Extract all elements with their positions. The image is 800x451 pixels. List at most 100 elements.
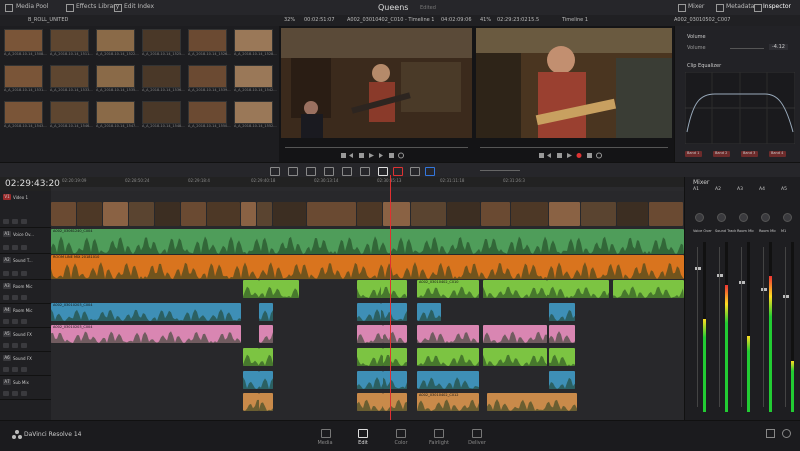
room-mic-2-clip[interactable] — [549, 303, 575, 321]
sound-fx-clip[interactable] — [483, 325, 547, 343]
video-clip[interactable] — [103, 202, 128, 226]
track-solo-button[interactable] — [12, 343, 18, 348]
track-lock-button[interactable] — [3, 367, 9, 372]
marker-icon[interactable] — [425, 167, 435, 176]
room-mic-clip[interactable] — [613, 280, 684, 298]
media-thumbnail[interactable] — [50, 101, 89, 124]
fairlight-page-icon[interactable] — [434, 429, 444, 438]
track-mute-button[interactable] — [21, 319, 27, 324]
video-clip[interactable] — [155, 202, 180, 226]
video-clip[interactable] — [51, 202, 76, 226]
overwrite-icon[interactable] — [360, 167, 370, 176]
flag-icon[interactable] — [410, 167, 420, 176]
video-clip[interactable] — [481, 202, 510, 226]
room-mic-clip[interactable] — [381, 280, 407, 298]
room-mic-clip[interactable]: A002_03010402_C010 — [417, 280, 479, 298]
sub-mix-clip[interactable] — [243, 371, 259, 389]
volume-value[interactable]: -4.12 — [769, 44, 788, 50]
track-lock-button[interactable] — [3, 319, 9, 324]
sound-fx-2-clip[interactable] — [259, 348, 273, 366]
channel-fader[interactable] — [783, 295, 789, 298]
track-mute-button[interactable] — [21, 245, 27, 250]
track-solo-button[interactable] — [12, 219, 18, 224]
video-clip[interactable] — [447, 202, 480, 226]
video-clip[interactable] — [549, 202, 580, 226]
video-clip[interactable] — [411, 202, 446, 226]
home-icon[interactable] — [766, 429, 775, 438]
insert-icon[interactable] — [342, 167, 352, 176]
source-scrub-bar[interactable] — [285, 147, 468, 148]
media-thumbnail[interactable] — [96, 101, 135, 124]
timeline-viewer[interactable] — [474, 26, 674, 162]
channel-fader[interactable] — [695, 267, 701, 270]
edit-page-icon[interactable] — [358, 429, 368, 438]
pan-knob[interactable] — [717, 213, 726, 222]
timeline-transport[interactable] — [539, 152, 609, 159]
sub-mix-clip[interactable] — [259, 371, 273, 389]
track-lock-button[interactable] — [3, 343, 9, 348]
track-lock-button[interactable] — [3, 245, 9, 250]
video-clip[interactable] — [617, 202, 648, 226]
track-mute-button[interactable] — [21, 271, 27, 276]
track-badge[interactable]: A7 — [3, 379, 11, 385]
track-header[interactable]: A5 Sound FX — [0, 328, 51, 352]
media-thumbnail[interactable] — [234, 29, 273, 52]
channel-fader[interactable] — [717, 274, 723, 277]
sound-fx-2-clip[interactable] — [483, 348, 547, 366]
room-mic-clip[interactable] — [547, 280, 609, 298]
sound-fx-2-clip[interactable] — [243, 348, 259, 366]
color-page-tab[interactable]: Color — [383, 440, 419, 446]
sub-mix-clip[interactable] — [357, 371, 383, 389]
timeline-lanes[interactable]: A002_03061240_C004 ROOM LINE MIX 20181010… — [51, 191, 684, 420]
video-clip[interactable] — [307, 202, 356, 226]
media-thumbnail[interactable] — [142, 65, 181, 88]
video-clip[interactable] — [357, 202, 382, 226]
sound-fx-clip[interactable] — [417, 325, 479, 343]
timeline-name[interactable]: Timeline 1 — [562, 17, 588, 23]
track-badge[interactable]: A3 — [3, 283, 11, 289]
track-header[interactable]: V1 Video 1 — [0, 191, 51, 228]
video-clip[interactable] — [207, 202, 240, 226]
sub-mix-clip[interactable] — [417, 371, 479, 389]
media-thumbnail[interactable] — [4, 101, 43, 124]
video-clip[interactable] — [649, 202, 683, 226]
room-mic-2-clip[interactable] — [381, 303, 407, 321]
sound-fx-2-clip[interactable] — [357, 348, 383, 366]
media-thumbnail[interactable] — [188, 65, 227, 88]
track-lock-button[interactable] — [3, 219, 9, 224]
sound-fx-2-clip[interactable] — [417, 348, 479, 366]
track-header[interactable]: A4 Room Mic — [0, 304, 51, 328]
inspector-tab[interactable]: Inspector — [763, 3, 791, 10]
pan-knob[interactable] — [761, 213, 770, 222]
track-mute-button[interactable] — [21, 219, 27, 224]
source-viewer[interactable] — [279, 26, 474, 162]
track-header[interactable]: A3 Room Mic — [0, 280, 51, 304]
sound-fx-clip[interactable] — [259, 325, 273, 343]
playhead[interactable] — [390, 175, 391, 420]
track-solo-button[interactable] — [12, 271, 18, 276]
link-icon[interactable] — [393, 167, 403, 176]
track-solo-button[interactable] — [12, 295, 18, 300]
channel-fader[interactable] — [739, 281, 745, 284]
deliver-page-tab[interactable]: Deliver — [459, 440, 495, 446]
fairlight-page-tab[interactable]: Fairlight — [421, 440, 457, 446]
media-thumbnail[interactable] — [50, 29, 89, 52]
blade-tool-icon[interactable] — [324, 167, 334, 176]
media-thumbnail[interactable] — [50, 65, 89, 88]
room-mic-2-clip[interactable] — [357, 303, 381, 321]
media-pool-tab[interactable]: Media Pool — [16, 3, 48, 10]
media-thumbnail[interactable] — [234, 101, 273, 124]
effects-library-icon[interactable] — [66, 4, 74, 12]
video-clip[interactable] — [77, 202, 102, 226]
timeline-scrub-bar[interactable] — [480, 147, 668, 148]
media-page-icon[interactable] — [321, 429, 331, 438]
track-lock-button[interactable] — [3, 271, 9, 276]
room-mic-clip[interactable] — [243, 280, 259, 298]
settings-icon[interactable] — [782, 429, 791, 438]
edit-index-tab[interactable]: Edit Index — [124, 3, 154, 10]
pan-knob[interactable] — [739, 213, 748, 222]
track-badge[interactable]: A2 — [3, 257, 11, 263]
video-clip[interactable] — [273, 202, 306, 226]
media-thumbnail[interactable] — [188, 101, 227, 124]
room-mic-2-clip[interactable]: A002_03010203_C004 — [51, 303, 241, 321]
